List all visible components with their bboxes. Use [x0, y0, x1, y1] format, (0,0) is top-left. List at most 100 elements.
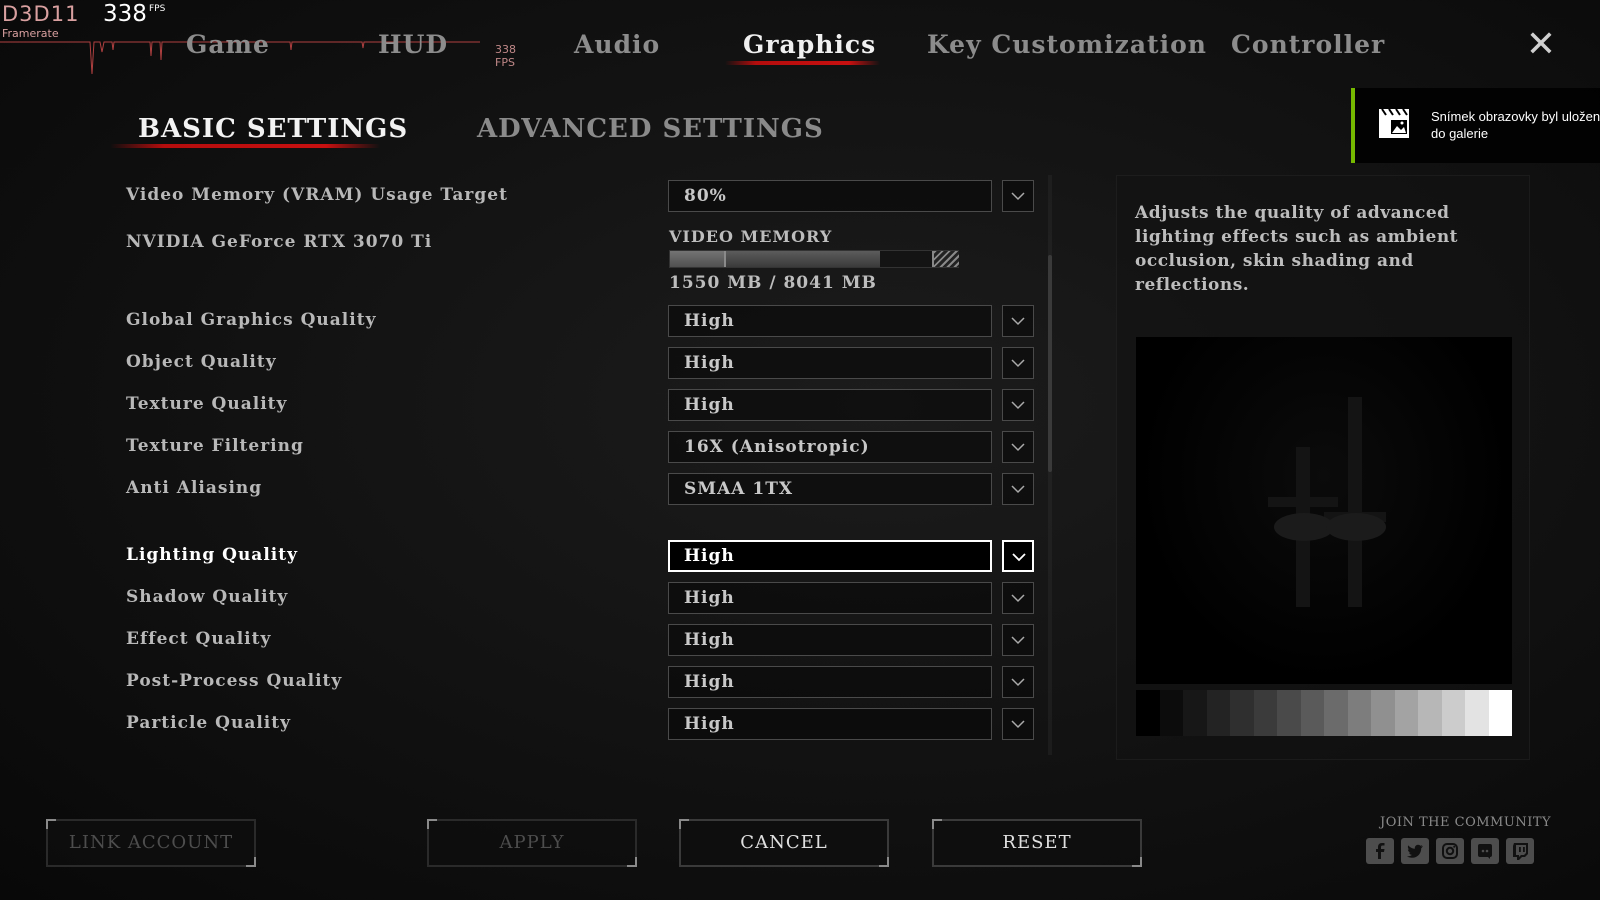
object-quality-select[interactable]: High — [668, 347, 992, 379]
post-process-quality-dropdown-button[interactable] — [1002, 666, 1034, 698]
lighting-quality-dropdown-button[interactable] — [1002, 540, 1034, 572]
video-memory-used-fill — [670, 251, 726, 267]
swatch — [1324, 690, 1348, 736]
global-graphics-quality-dropdown-button[interactable] — [1002, 305, 1034, 337]
anti-aliasing-dropdown-button[interactable] — [1002, 473, 1034, 505]
setting-value: High — [684, 630, 735, 650]
reset-button[interactable]: RESET — [932, 819, 1142, 867]
setting-value: 16X (Anisotropic) — [684, 437, 870, 457]
overlay-fps: 338 — [103, 1, 147, 27]
effect-quality-dropdown-button[interactable] — [1002, 624, 1034, 656]
screenshot-notification: Snímek obrazovky byl uložen do galerie — [1351, 88, 1600, 163]
swatch — [1300, 690, 1324, 736]
tab-audio[interactable]: Audio — [574, 30, 660, 59]
video-memory-reserved — [932, 251, 959, 267]
chevron-down-icon — [1011, 192, 1025, 201]
texture-filtering-dropdown-button[interactable] — [1002, 431, 1034, 463]
preview-figures — [1268, 397, 1386, 607]
chevron-down-icon — [1011, 485, 1025, 494]
setting-description: Adjusts the quality of advanced lighting… — [1135, 203, 1459, 295]
swatch — [1253, 690, 1277, 736]
texture-quality-select[interactable]: High — [668, 389, 992, 421]
vram-target-value: 80% — [684, 186, 727, 206]
effect-quality-select[interactable]: High — [668, 624, 992, 656]
chevron-down-icon — [1011, 678, 1025, 687]
chevron-down-icon — [1011, 443, 1025, 452]
post-process-quality-select[interactable]: High — [668, 666, 992, 698]
apply-button[interactable]: APPLY — [427, 819, 637, 867]
swatch — [1347, 690, 1371, 736]
graphics-tab-underline — [725, 61, 880, 65]
swatch — [1136, 690, 1160, 736]
link-account-button[interactable]: LINK ACCOUNT — [46, 819, 256, 867]
setting-label: Lighting Quality — [126, 545, 298, 565]
swatch — [1441, 690, 1465, 736]
notification-text: Snímek obrazovky byl uložen do galerie — [1431, 109, 1600, 141]
lighting-preview-image — [1136, 337, 1512, 684]
swatch — [1277, 690, 1301, 736]
vram-target-select[interactable]: 80% — [668, 180, 992, 212]
particle-quality-dropdown-button[interactable] — [1002, 708, 1034, 740]
swatch — [1465, 690, 1489, 736]
swatch — [1230, 690, 1254, 736]
discord-icon[interactable] — [1471, 838, 1499, 864]
chevron-down-icon — [1012, 553, 1026, 562]
tab-graphics[interactable]: Graphics — [743, 30, 876, 59]
setting-label: Anti Aliasing — [126, 478, 263, 498]
setting-label: Shadow Quality — [126, 587, 289, 607]
chevron-down-icon — [1011, 636, 1025, 645]
gpu-name: NVIDIA GeForce RTX 3070 Ti — [126, 232, 433, 252]
global-graphics-quality-select[interactable]: High — [668, 305, 992, 337]
facebook-icon[interactable] — [1366, 838, 1394, 864]
setting-value: High — [684, 588, 735, 608]
tab-key-customization[interactable]: Key Customization — [927, 30, 1207, 59]
particle-quality-select[interactable]: High — [668, 708, 992, 740]
chevron-down-icon — [1011, 401, 1025, 410]
chevron-down-icon — [1011, 317, 1025, 326]
setting-value: High — [684, 546, 735, 566]
setting-label: Object Quality — [126, 352, 277, 372]
shadow-quality-dropdown-button[interactable] — [1002, 582, 1034, 614]
swatch — [1206, 690, 1230, 736]
instagram-icon[interactable] — [1436, 838, 1464, 864]
object-quality-dropdown-button[interactable] — [1002, 347, 1034, 379]
overlay-api: D3D11 — [2, 2, 80, 26]
setting-label: Texture Filtering — [126, 436, 304, 456]
tab-advanced-settings[interactable]: ADVANCED SETTINGS — [477, 114, 824, 144]
setting-value: High — [684, 714, 735, 734]
overlay-fps-small: 338 FPS — [495, 43, 516, 69]
swatch — [1159, 690, 1183, 736]
close-icon: ✕ — [1525, 24, 1557, 65]
overlay-fps-unit: FPS — [149, 4, 166, 14]
lighting-quality-select[interactable]: High — [668, 540, 992, 572]
cancel-label: CANCEL — [740, 832, 828, 853]
tab-controller[interactable]: Controller — [1231, 30, 1385, 59]
video-memory-bar — [669, 250, 959, 268]
settings-scrollbar-thumb[interactable] — [1048, 255, 1052, 472]
tab-game[interactable]: Game — [186, 30, 270, 59]
setting-value: High — [684, 672, 735, 692]
twitch-icon[interactable] — [1506, 838, 1534, 864]
setting-label: Post-Process Quality — [126, 671, 343, 691]
twitter-icon[interactable] — [1401, 838, 1429, 864]
close-button[interactable]: ✕ — [1523, 27, 1559, 63]
video-memory-value: 1550 MB / 8041 MB — [669, 273, 877, 293]
texture-filtering-select[interactable]: 16X (Anisotropic) — [668, 431, 992, 463]
tab-basic-settings[interactable]: BASIC SETTINGS — [138, 114, 408, 144]
link-account-label: LINK ACCOUNT — [68, 832, 234, 853]
swatch — [1183, 690, 1207, 736]
texture-quality-dropdown-button[interactable] — [1002, 389, 1034, 421]
tab-hud[interactable]: HUD — [378, 30, 448, 59]
setting-value: High — [684, 311, 735, 331]
reset-label: RESET — [1002, 832, 1072, 853]
brightness-calibration-swatches — [1136, 690, 1512, 736]
vram-target-dropdown-button[interactable] — [1002, 180, 1034, 212]
anti-aliasing-select[interactable]: SMAA 1TX — [668, 473, 992, 505]
join-community-label: JOIN THE COMMUNITY — [1380, 815, 1552, 830]
shadow-quality-select[interactable]: High — [668, 582, 992, 614]
swatch — [1488, 690, 1512, 736]
cancel-button[interactable]: CANCEL — [679, 819, 889, 867]
setting-value: High — [684, 395, 735, 415]
chevron-down-icon — [1011, 359, 1025, 368]
setting-label: Global Graphics Quality — [126, 310, 377, 330]
